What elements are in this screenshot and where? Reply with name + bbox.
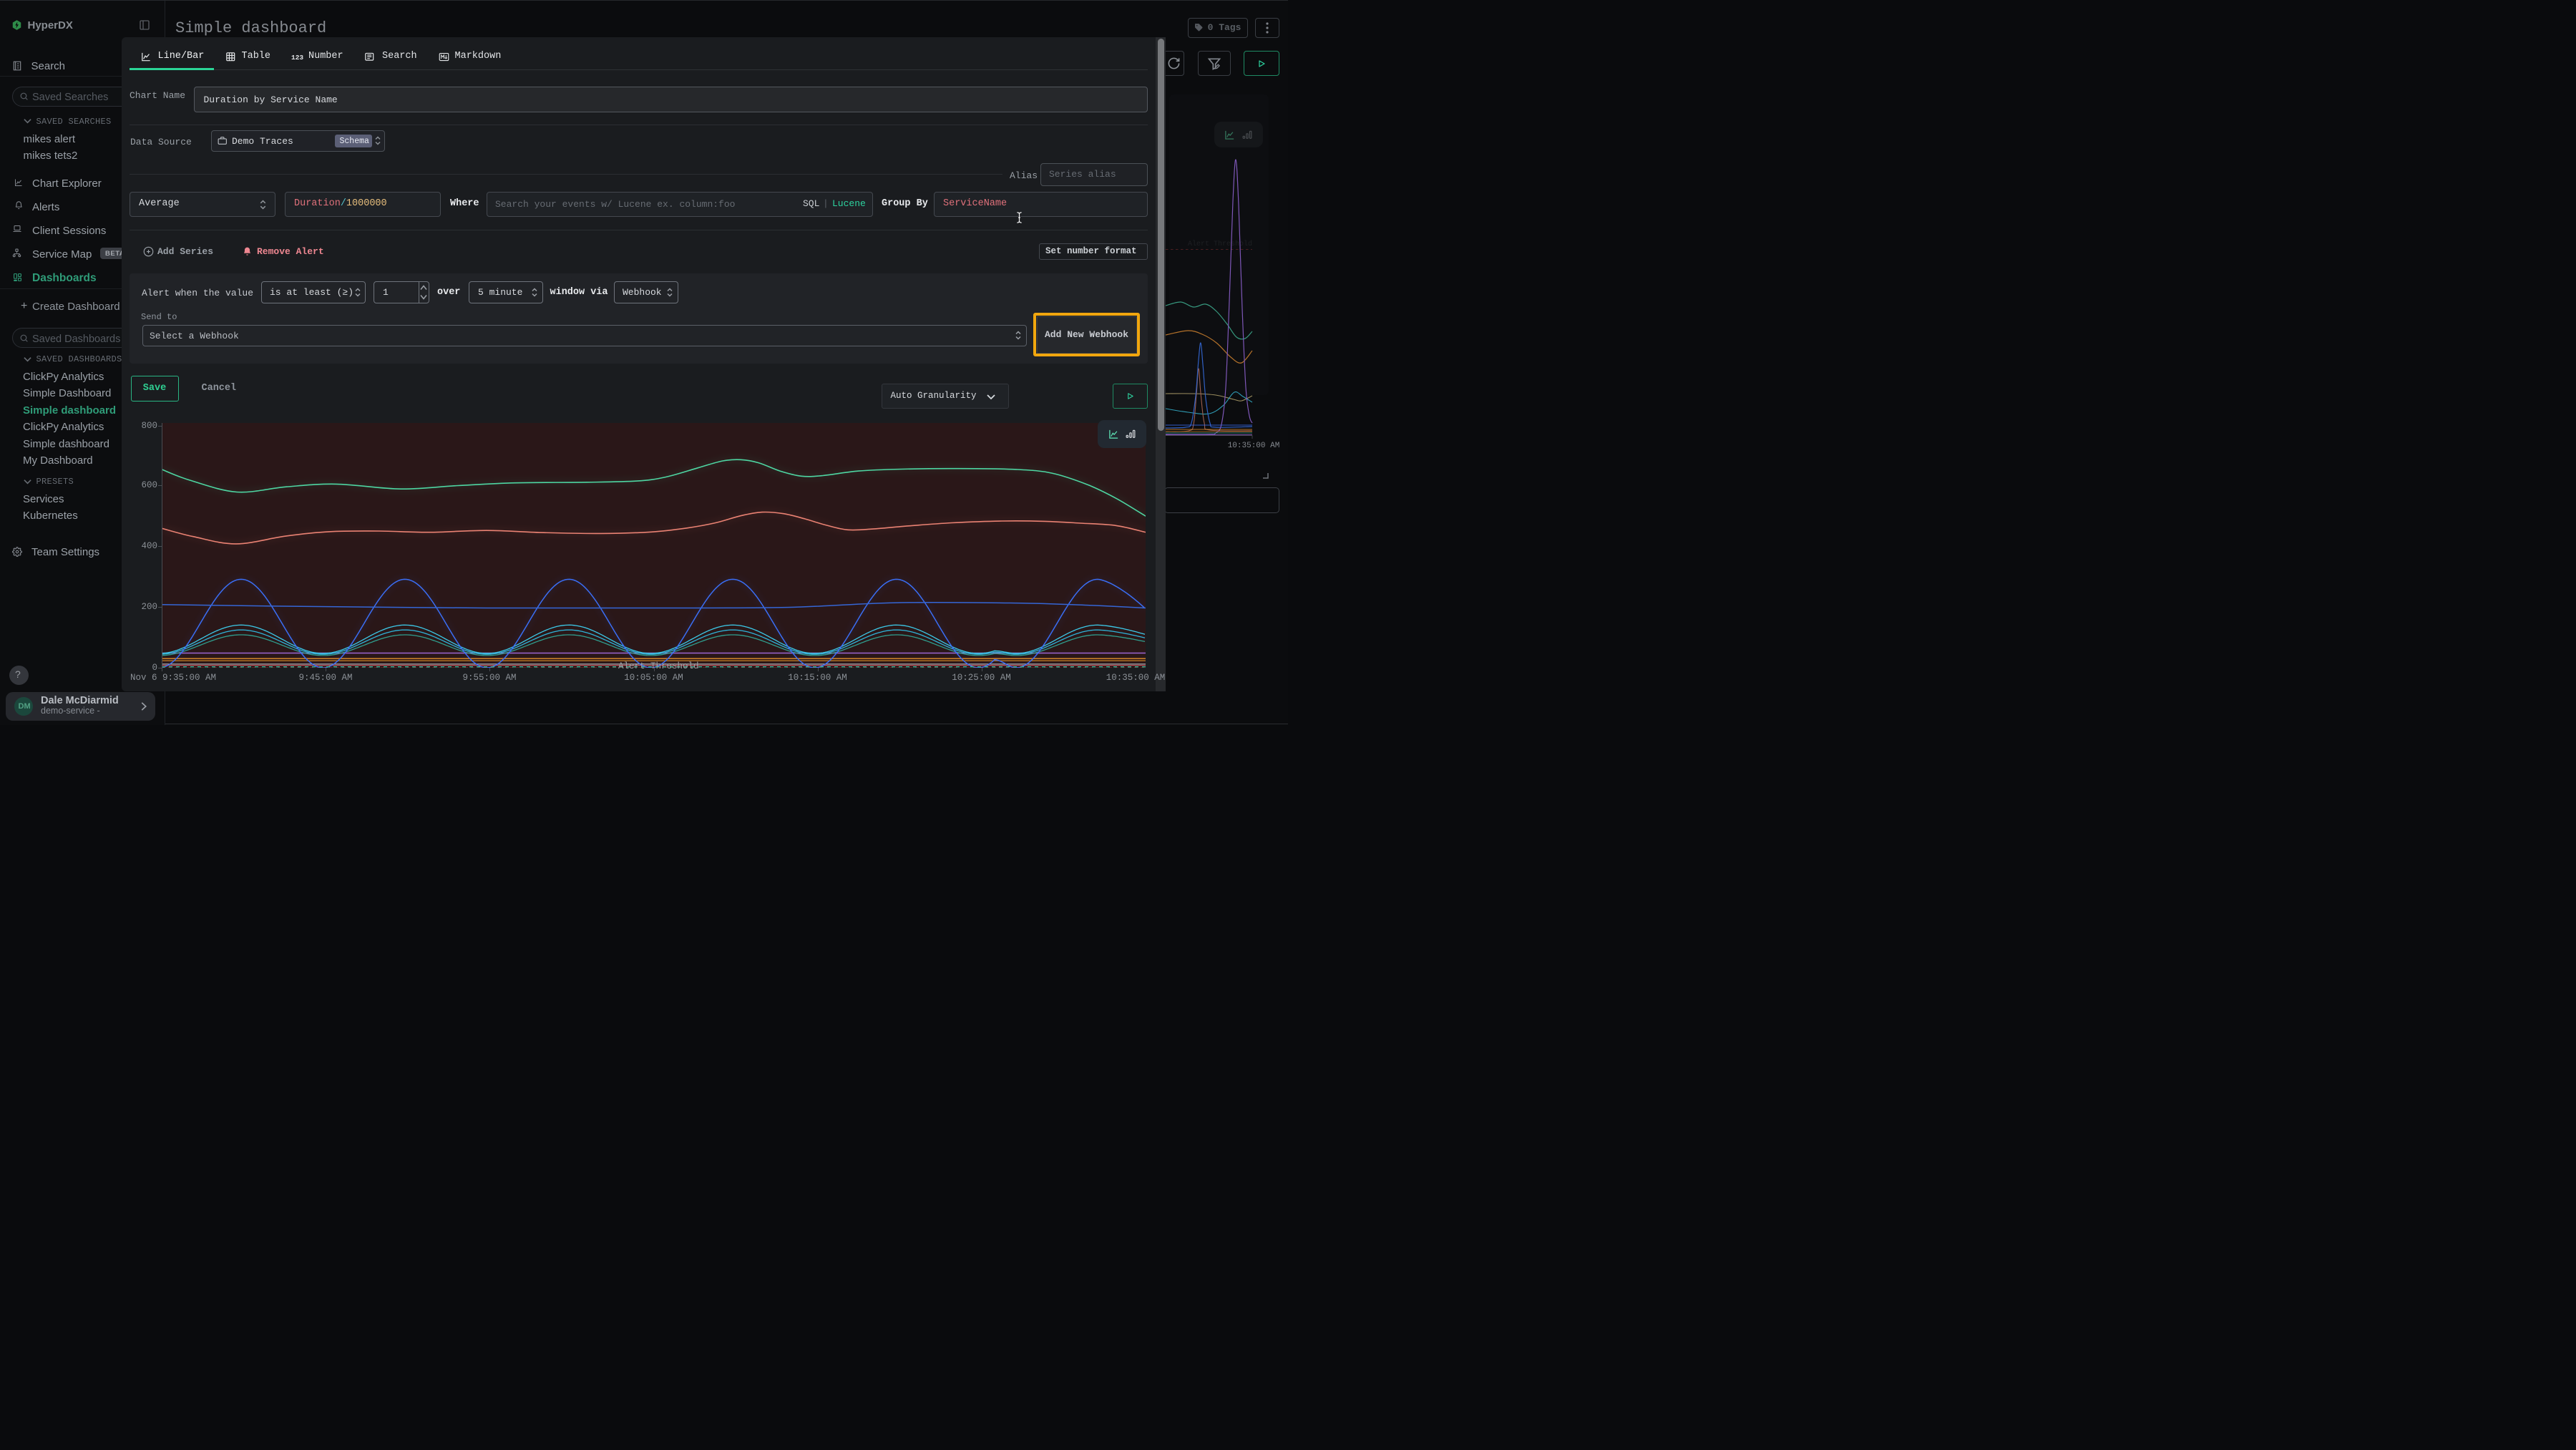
svg-text:Alert Threshold: Alert Threshold bbox=[1188, 240, 1252, 248]
svg-text:10:35:00 AM: 10:35:00 AM bbox=[1228, 442, 1280, 449]
